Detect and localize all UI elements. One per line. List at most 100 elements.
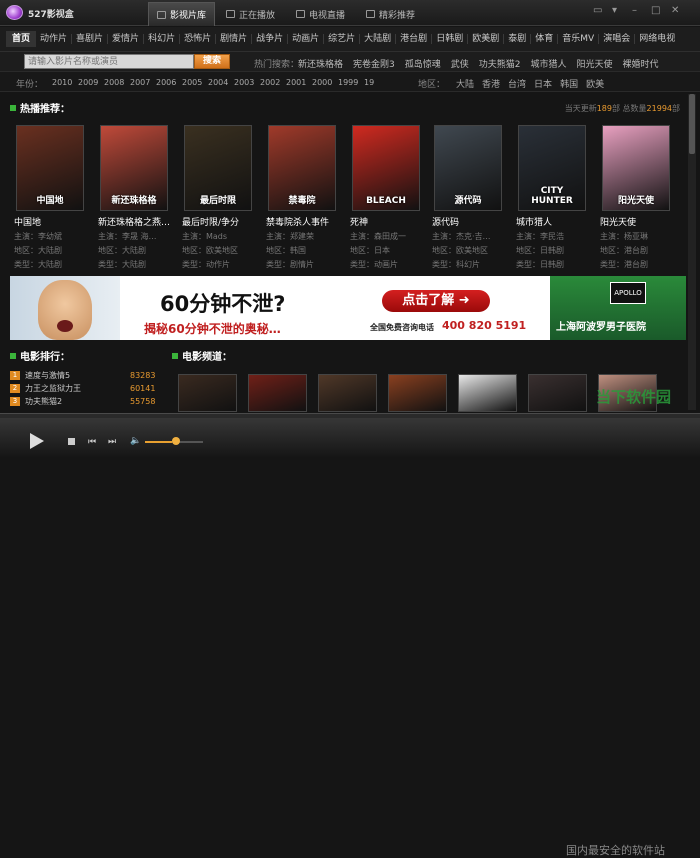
hot-search-item[interactable]: 城市猎人 — [531, 57, 567, 70]
category-item[interactable]: 科幻片 — [144, 34, 181, 44]
movie-poster[interactable]: 源代码 — [434, 125, 502, 211]
category-item[interactable]: 动作片 — [36, 34, 73, 44]
movie-title[interactable]: 阳光天使 — [600, 215, 678, 228]
tab-now-playing[interactable]: 正在播放 — [218, 2, 283, 26]
category-item[interactable]: 爱情片 — [108, 34, 145, 44]
hot-search-item[interactable]: 新还珠格格 — [298, 57, 343, 70]
ad-banner[interactable]: 60分钟不泄? 揭秘60分钟不泄的奥秘… 点击了解 ➜ 全国免费咨询电话 400… — [10, 276, 686, 340]
movie-title[interactable]: 中国地 — [14, 215, 92, 228]
year-item[interactable]: 2003 — [234, 78, 260, 87]
rank-title[interactable]: 功夫熊猫2 — [25, 396, 125, 407]
hot-search-item[interactable]: 宪卷金刚3 — [353, 57, 395, 70]
pin-icon[interactable]: ▭ — [593, 5, 602, 16]
movie-poster[interactable]: 最后时限 — [184, 125, 252, 211]
category-home[interactable]: 首页 — [6, 31, 37, 47]
movie-poster[interactable]: CITY HUNTER — [518, 125, 586, 211]
channel-thumbnail[interactable] — [388, 374, 447, 412]
movie-title[interactable]: 源代码 — [432, 215, 510, 228]
year-item[interactable]: 2010 — [52, 78, 78, 87]
region-item[interactable]: 香港 — [482, 77, 500, 90]
play-icon[interactable] — [30, 433, 44, 449]
year-item[interactable]: 2009 — [78, 78, 104, 87]
category-item[interactable]: 网络电视 — [635, 34, 679, 44]
category-item[interactable]: 动画片 — [288, 34, 325, 44]
category-item[interactable]: 欧美剧 — [468, 34, 505, 44]
year-item[interactable]: 2006 — [156, 78, 182, 87]
movie-card[interactable]: 阳光天使 阳光天使 主演：杨亚琳 地区：港台剧 类型：港台剧 — [600, 125, 676, 270]
channel-thumbnail[interactable] — [528, 374, 587, 412]
movie-poster[interactable]: BLEACH — [352, 125, 420, 211]
hot-search-item[interactable]: 阳光天使 — [577, 57, 613, 70]
search-button[interactable]: 搜索 — [194, 54, 230, 69]
category-item[interactable]: 泰剧 — [504, 34, 532, 44]
movie-poster[interactable]: 阳光天使 — [602, 125, 670, 211]
previous-icon[interactable]: ⏮ — [88, 437, 96, 447]
maximize-icon[interactable]: □ — [651, 5, 660, 16]
seek-bar[interactable] — [0, 414, 700, 418]
channel-thumbnail[interactable] — [178, 374, 237, 412]
minimize-icon[interactable]: – — [632, 5, 637, 16]
region-item[interactable]: 欧美 — [586, 77, 604, 90]
channel-thumbnail[interactable] — [248, 374, 307, 412]
next-icon[interactable]: ⏭ — [108, 437, 116, 447]
hot-search-item[interactable]: 孤岛惊魂 — [405, 57, 441, 70]
movie-card[interactable]: 中国地 中国地 主演：李幼斌 地区：大陆剧 类型：大陆剧 — [14, 125, 90, 270]
movie-title[interactable]: 禁毒院杀人事件 — [266, 215, 344, 228]
hot-search-item[interactable]: 裸婚时代 — [623, 57, 659, 70]
year-item[interactable]: 1999 — [338, 78, 364, 87]
year-item[interactable]: 2000 — [312, 78, 338, 87]
vertical-scrollbar[interactable] — [688, 94, 696, 410]
category-item[interactable]: 音乐MV — [558, 34, 600, 44]
rank-title[interactable]: 速度与激情5 — [25, 370, 125, 381]
ad-learn-more-button[interactable]: 点击了解 ➜ — [382, 290, 490, 312]
movie-title[interactable]: 最后时限/争分 — [182, 215, 260, 228]
movie-card[interactable]: 新还珠格格 新还珠格格之燕… 主演：李晟 海… 地区：大陆剧 类型：大陆剧 — [98, 125, 174, 270]
menu-icon[interactable]: ▾ — [612, 5, 617, 16]
category-item[interactable]: 恐怖片 — [180, 34, 217, 44]
movie-title[interactable]: 死神 — [350, 215, 428, 228]
category-item[interactable]: 日韩剧 — [432, 34, 469, 44]
volume-knob[interactable] — [172, 437, 180, 445]
movie-poster[interactable]: 中国地 — [16, 125, 84, 211]
movie-card[interactable]: 最后时限 最后时限/争分 主演：Mads 地区：欧美地区 类型：动作片 — [182, 125, 258, 270]
category-item[interactable]: 剧情片 — [216, 34, 253, 44]
volume-icon[interactable]: 🔈 — [130, 436, 141, 446]
movie-poster[interactable]: 禁毒院 — [268, 125, 336, 211]
movie-title[interactable]: 城市猎人 — [516, 215, 594, 228]
tab-library[interactable]: 影视片库 — [148, 2, 216, 26]
movie-title[interactable]: 新还珠格格之燕… — [98, 215, 176, 228]
category-item[interactable]: 战争片 — [252, 34, 289, 44]
region-item[interactable]: 日本 — [534, 77, 552, 90]
search-input[interactable] — [24, 54, 194, 69]
tab-tv-live[interactable]: 电视直播 — [288, 2, 353, 26]
tab-recommend[interactable]: 精彩推荐 — [358, 2, 423, 26]
region-item[interactable]: 韩国 — [560, 77, 578, 90]
movie-card[interactable]: CITY HUNTER 城市猎人 主演：李民浩 地区：日韩剧 类型：日韩剧 — [516, 125, 592, 270]
year-item[interactable]: 2001 — [286, 78, 312, 87]
ranking-row[interactable]: 2 力王之监狱力王 60141 — [10, 382, 160, 395]
year-item[interactable]: 19 — [364, 78, 390, 87]
movie-card[interactable]: BLEACH 死神 主演：森田成一 地区：日本 类型：动画片 — [350, 125, 426, 270]
close-icon[interactable]: ✕ — [671, 5, 679, 16]
category-item[interactable]: 大陆剧 — [360, 34, 397, 44]
movie-card[interactable]: 源代码 源代码 主演：杰克·吉… 地区：欧美地区 类型：科幻片 — [432, 125, 508, 270]
hot-search-item[interactable]: 武侠 — [451, 57, 469, 70]
category-item[interactable]: 体育 — [531, 34, 559, 44]
year-item[interactable]: 2004 — [208, 78, 234, 87]
channel-thumbnail[interactable] — [458, 374, 517, 412]
year-item[interactable]: 2002 — [260, 78, 286, 87]
category-item[interactable]: 综艺片 — [324, 34, 361, 44]
category-item[interactable]: 港台剧 — [396, 34, 433, 44]
scrollbar-thumb[interactable] — [689, 94, 695, 154]
category-item[interactable]: 演唱会 — [599, 34, 636, 44]
region-item[interactable]: 大陆 — [456, 77, 474, 90]
rank-title[interactable]: 力王之监狱力王 — [25, 383, 125, 394]
year-item[interactable]: 2005 — [182, 78, 208, 87]
year-item[interactable]: 2008 — [104, 78, 130, 87]
stop-icon[interactable] — [68, 438, 75, 445]
movie-card[interactable]: 禁毒院 禁毒院杀人事件 主演：郑建荣 地区：韩国 类型：剧情片 — [266, 125, 342, 270]
hot-search-item[interactable]: 功夫熊猫2 — [479, 57, 521, 70]
region-item[interactable]: 台湾 — [508, 77, 526, 90]
year-item[interactable]: 2007 — [130, 78, 156, 87]
category-item[interactable]: 喜剧片 — [72, 34, 109, 44]
